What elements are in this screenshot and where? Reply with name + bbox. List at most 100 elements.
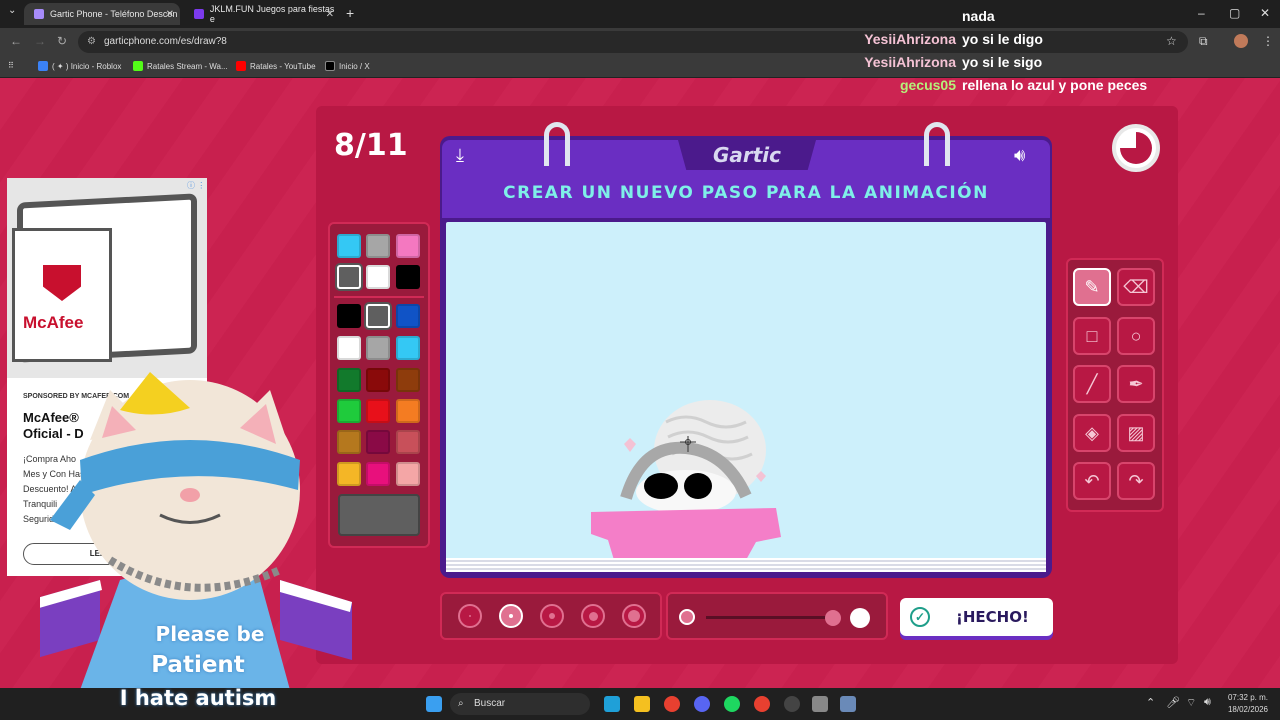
color-swatch[interactable] [396,430,420,454]
chat-username: YesiiAhrizona [864,31,956,47]
done-button-label: ¡HECHO! [956,608,1029,626]
ad-info-icon[interactable]: ⓘ ⋮ [187,180,205,191]
brush-size-4[interactable] [581,604,605,628]
round-counter: 8/11 [334,128,408,163]
tab-search-icon[interactable]: ⌄ [8,5,16,16]
extensions-icon[interactable]: ⧉ [1199,34,1208,49]
close-tab-icon[interactable]: ✕ [166,9,174,20]
minimize-button[interactable]: – [1198,6,1205,20]
line-icon[interactable]: ╱ [1073,365,1111,403]
color-swatch[interactable] [366,304,390,328]
chrome-icon[interactable] [664,696,680,712]
edge-icon[interactable] [604,696,620,712]
app-icon[interactable] [812,696,828,712]
volume-icon[interactable]: 🔊︎ [1204,696,1211,709]
tab-title: JKLM.FUN Juegos para fiestas e [209,4,335,24]
bookmark-label: Ratales Stream - Wa... [147,61,228,71]
windows-start-icon[interactable] [426,696,442,712]
maximize-button[interactable]: ▢ [1229,6,1240,20]
chat-username: gecus05 [899,77,956,93]
overlay-text-line1: Please be [155,622,265,646]
binder-ring [924,122,950,166]
search-icon: ⌕ [458,698,464,709]
mcafee-logo-box: McAfee [12,228,112,362]
bookmark-youtube[interactable]: Ratales - YouTube [236,61,316,71]
back-icon[interactable]: ← [10,34,22,48]
bookmark-roblox[interactable]: ( ✦ ) Inicio - Roblox [38,61,121,71]
color-swatch[interactable] [366,234,390,258]
instruction-text: CREAR UN NUEVO PASO PARA LA ANIMACIÓN [503,183,989,203]
opacity-max-icon [850,608,870,628]
color-swatch[interactable] [396,304,420,328]
discord-icon[interactable] [694,696,710,712]
new-tab-button[interactable]: + [346,5,354,21]
clear-icon[interactable]: ▨ [1117,414,1155,452]
bookmark-x[interactable]: Inicio / X [325,61,370,71]
check-icon: ✓ [910,607,930,627]
ellipse-icon[interactable]: ○ [1117,317,1155,355]
file-explorer-icon[interactable] [634,696,650,712]
tab-jklm[interactable]: JKLM.FUN Juegos para fiestas e ✕ [184,3,340,25]
fill-icon[interactable]: ◈ [1073,414,1111,452]
opacity-slider[interactable] [706,616,830,619]
redo-icon[interactable]: ↷ [1117,462,1155,500]
done-button[interactable]: ✓ ¡HECHO! [900,598,1053,636]
apps-icon[interactable]: ⠿ [8,61,14,70]
color-swatch[interactable] [396,234,420,258]
color-swatch[interactable] [337,234,361,258]
color-swatch[interactable] [396,368,420,392]
mcafee-shield-icon [43,265,81,301]
overlay-text-line2: Patient [151,652,245,678]
close-tab-icon[interactable]: ✕ [326,9,334,20]
sound-icon[interactable]: 🔊︎ [1014,145,1025,166]
tray-chevron-icon[interactable]: ⌃ [1146,696,1155,709]
clock-date: 18/02/2026 [1227,705,1268,714]
color-swatch[interactable] [396,462,420,486]
chrome-alt-icon[interactable] [754,696,770,712]
brush-size-2[interactable] [499,604,523,628]
color-swatch[interactable] [366,265,390,289]
bookmark-label: ( ✦ ) Inicio - Roblox [52,61,122,71]
rectangle-icon[interactable]: □ [1073,317,1111,355]
close-window-button[interactable]: ✕ [1260,6,1270,20]
brush-size-1[interactable] [458,604,482,628]
chat-username: YesiiAhrizona [864,54,956,70]
bookmark-kick[interactable]: Ratales Stream - Wa... [133,61,228,71]
pencil-icon[interactable]: ✎ [1073,268,1111,306]
menu-icon[interactable]: ⋮ [1262,34,1274,48]
clock[interactable]: 07:32 p. m. 18/02/2026 [1228,692,1268,716]
reload-icon[interactable]: ↻ [57,34,67,48]
tab-gartic[interactable]: Gartic Phone - Teléfono Descon ✕ [24,3,180,25]
search-label: Buscar [474,698,506,709]
forward-icon[interactable]: → [34,34,46,48]
bookmark-star-icon[interactable]: ☆ [1166,34,1177,48]
mic-icon[interactable]: 🎤︎ [1166,696,1180,709]
color-swatch[interactable] [396,336,420,360]
brush-size-3[interactable] [540,604,564,628]
wifi-icon[interactable]: ⌔ [1186,696,1196,710]
settings-icon[interactable] [840,696,856,712]
bookmarks-bar: ⠿ ( ✦ ) Inicio - Roblox Ratales Stream -… [0,56,1280,78]
eyedropper-icon[interactable]: ✒ [1117,365,1155,403]
site-info-icon[interactable]: ⚙ [87,31,96,53]
opacity-min-icon [679,609,695,625]
spotify-icon[interactable] [724,696,740,712]
obs-icon[interactable] [784,696,800,712]
color-swatch[interactable] [366,336,390,360]
color-swatch[interactable] [396,265,420,289]
color-swatch[interactable] [337,336,361,360]
chat-message: rellena lo azul y pone peces [962,77,1148,93]
taskbar-search[interactable]: ⌕ Buscar [450,693,590,715]
undo-icon[interactable]: ↶ [1073,462,1111,500]
brush-size-5[interactable] [622,604,646,628]
profile-avatar[interactable] [1234,34,1248,48]
color-swatch[interactable] [337,265,361,289]
eraser-icon[interactable]: ⌫ [1117,268,1155,306]
download-icon[interactable]: ⤓ [456,145,464,166]
drawing-canvas[interactable] [446,222,1046,560]
binder-ring [544,122,570,166]
color-swatch[interactable] [396,399,420,423]
paper-edge [446,558,1046,572]
color-swatch[interactable] [337,304,361,328]
opacity-slider-handle[interactable] [825,610,841,626]
